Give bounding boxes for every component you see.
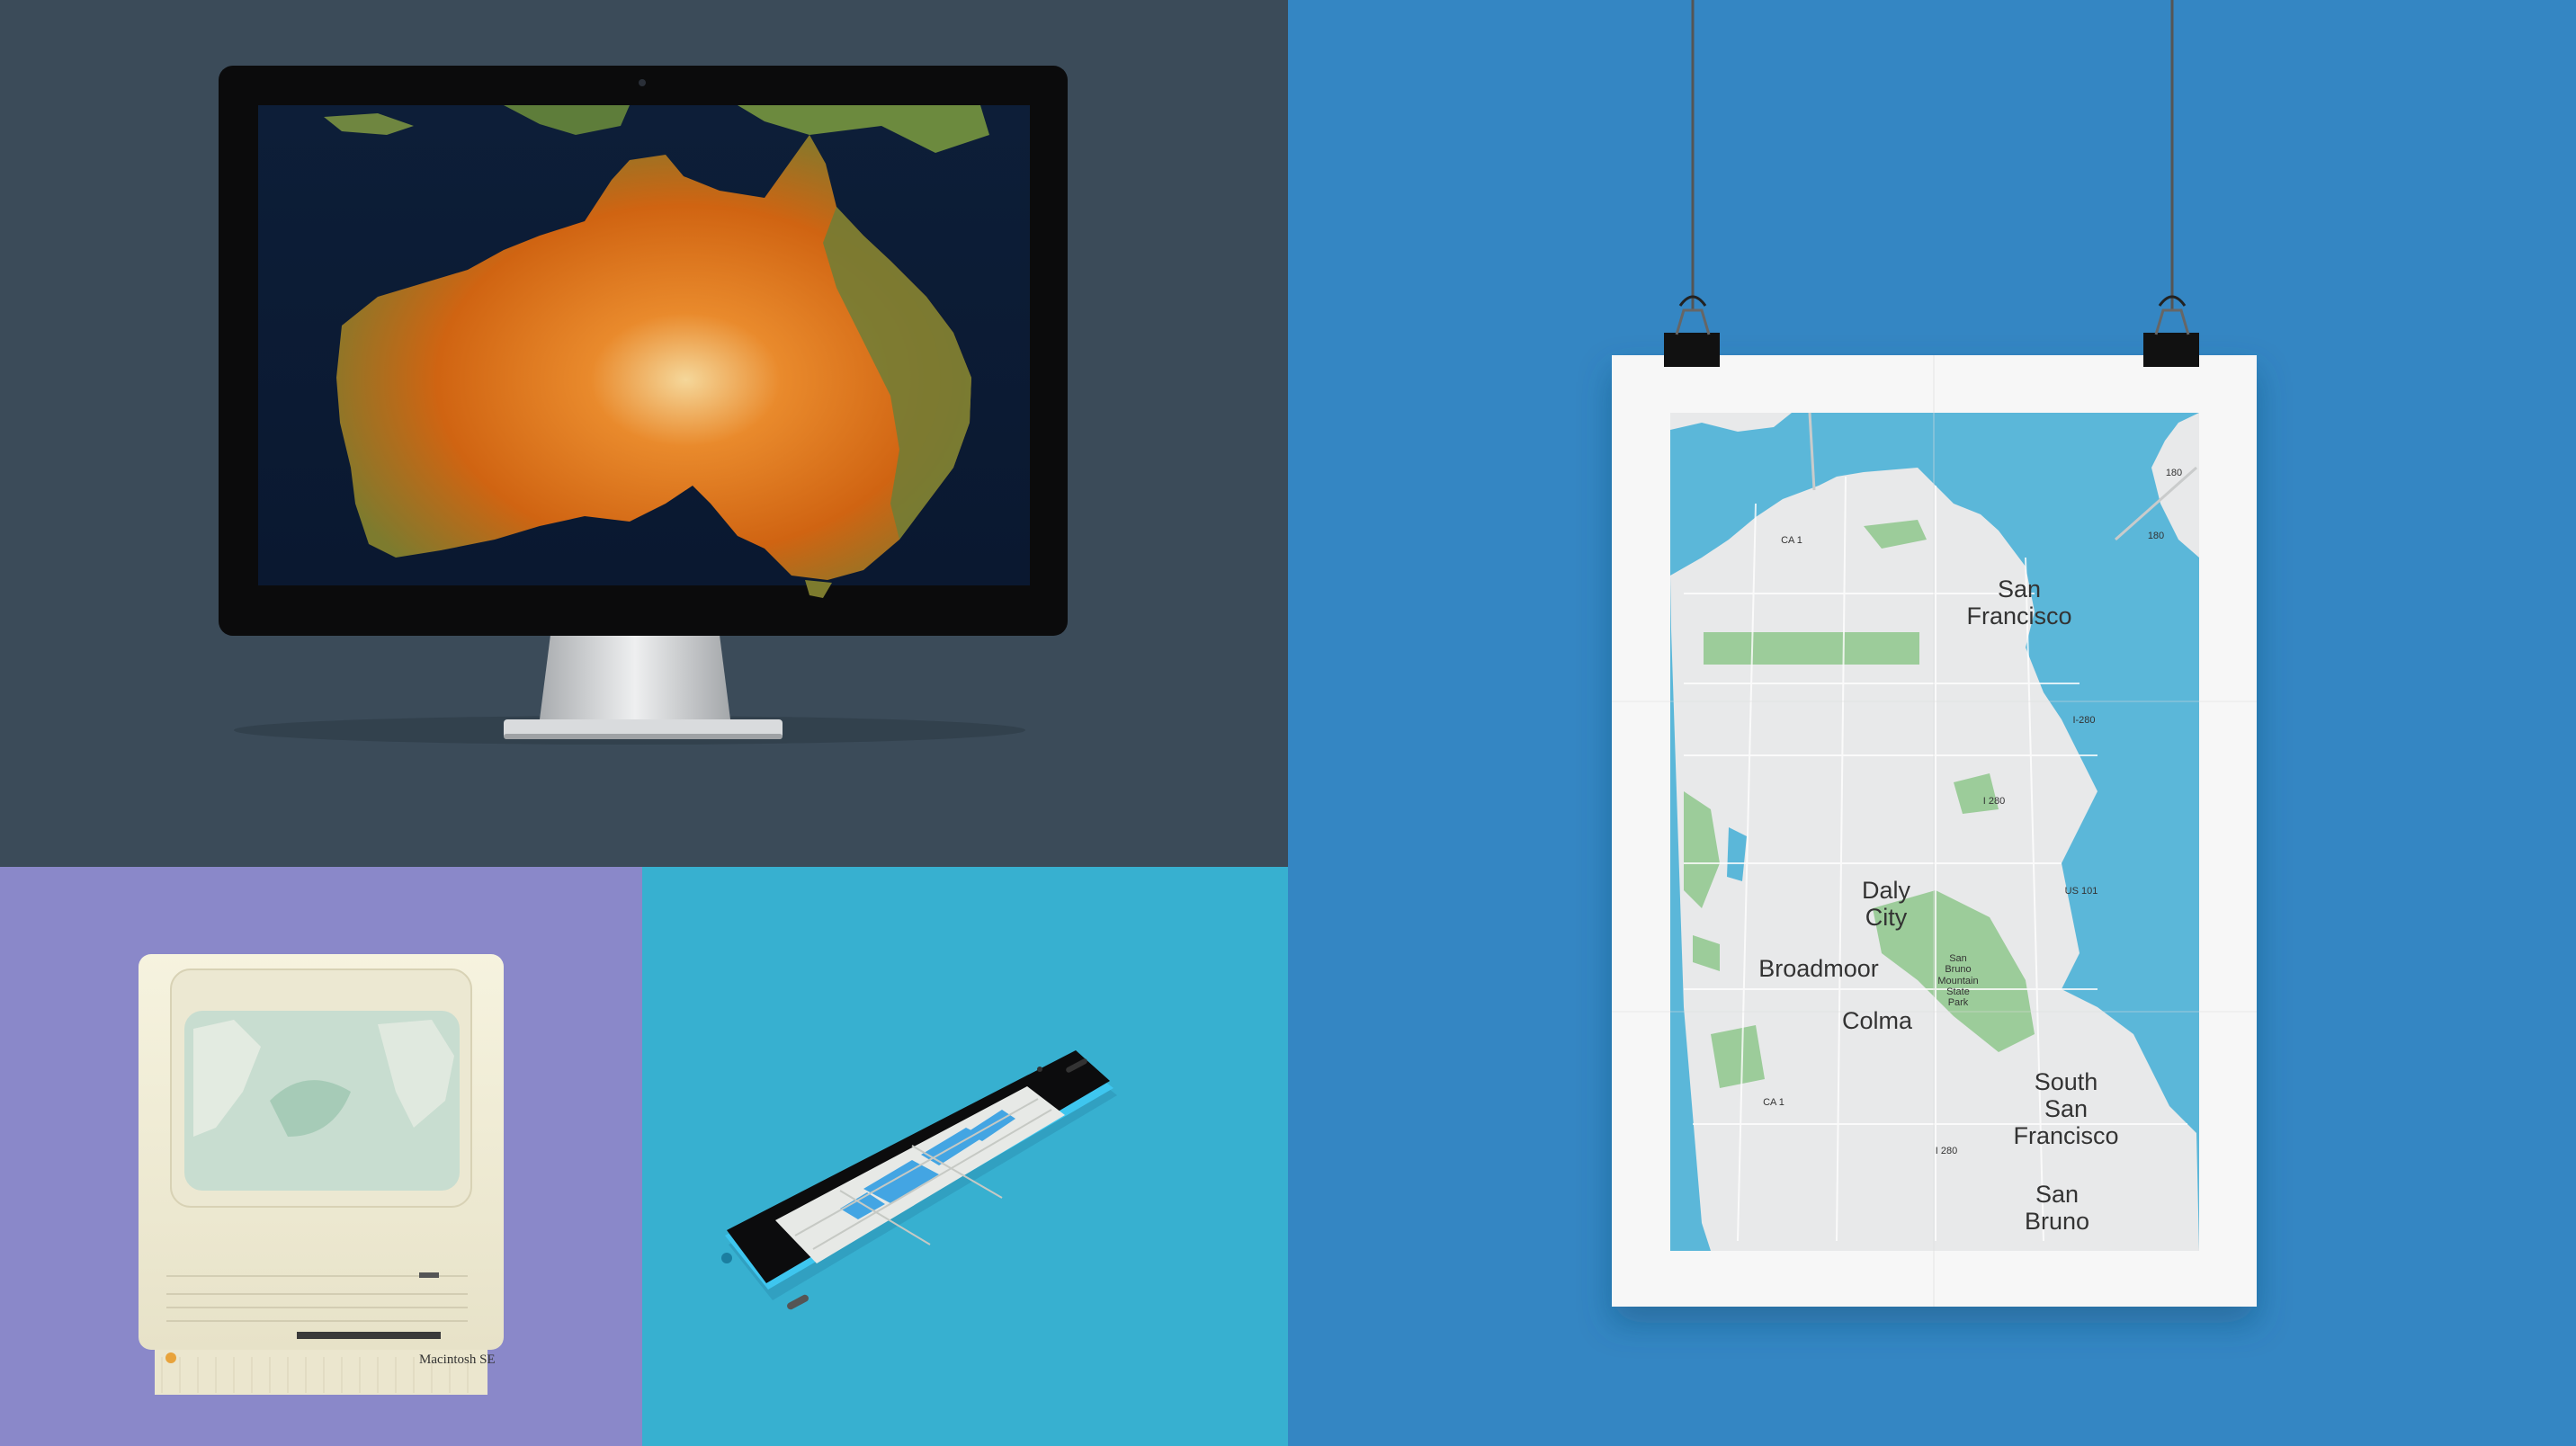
monitor-stand	[540, 635, 730, 719]
poster-panel: San Francisco Daly City Broadmoor Colma …	[1288, 0, 2576, 1446]
label-daly-line2: City	[1865, 904, 1908, 932]
macintosh-label: Macintosh SE	[419, 1352, 496, 1367]
label-sb-line2: Bruno	[2024, 1208, 2090, 1236]
phone-illustration	[721, 1050, 1117, 1310]
shield-us101: US 101	[2064, 886, 2098, 897]
label-sf-line1: San	[1997, 576, 2042, 602]
retro-computer-panel: Macintosh SE	[0, 867, 642, 1446]
phone-panel	[642, 867, 1288, 1446]
shield-ca1-north: CA 1	[1781, 535, 1802, 546]
shield-ca1-south: CA 1	[1763, 1097, 1784, 1108]
label-san-francisco: San Francisco	[1934, 576, 2105, 629]
golden-gate-park	[1704, 632, 1919, 665]
park-label-line5: Park	[1947, 997, 1969, 1009]
monitor-illustration	[219, 66, 1068, 745]
park-label-line1: San	[1949, 953, 1967, 964]
shield-i280-south: I 280	[1935, 1146, 1958, 1156]
poster-illustration	[1612, 0, 2257, 1307]
shield-i280-b: I 280	[1982, 796, 2006, 807]
retro-computer-illustration	[139, 954, 504, 1395]
label-san-bruno: San Bruno	[2003, 1181, 2111, 1235]
label-san-bruno-mountain-state-park: San Bruno Mountain State Park	[1918, 953, 1999, 1009]
park-label-line3: Mountain	[1937, 975, 1979, 986]
park-label-line2: Bruno	[1945, 964, 1972, 976]
label-daly-city: Daly City	[1828, 877, 1945, 931]
park-label-line4: State	[1946, 986, 1970, 997]
label-sb-line1: San	[2035, 1181, 2080, 1208]
shield-180-bay: 180	[2165, 468, 2183, 478]
label-colma: Colma	[1841, 1007, 1913, 1034]
apple-logo-icon	[165, 1352, 176, 1363]
label-sf-line2: Francisco	[1966, 602, 2072, 630]
camera-dot	[639, 79, 646, 86]
monitor-panel	[0, 0, 1288, 867]
shield-180-south: 180	[2147, 531, 2165, 541]
label-ssf-line1: South	[2034, 1068, 2098, 1095]
label-ssf-line2: San	[2044, 1095, 2089, 1123]
label-south-san-francisco: South San Francisco	[1985, 1068, 2147, 1150]
label-daly-line1: Daly	[1861, 877, 1910, 904]
label-ssf-line3: Francisco	[2013, 1122, 2119, 1150]
label-broadmoor: Broadmoor	[1758, 955, 1879, 982]
shield-i280: I-280	[2072, 715, 2096, 726]
